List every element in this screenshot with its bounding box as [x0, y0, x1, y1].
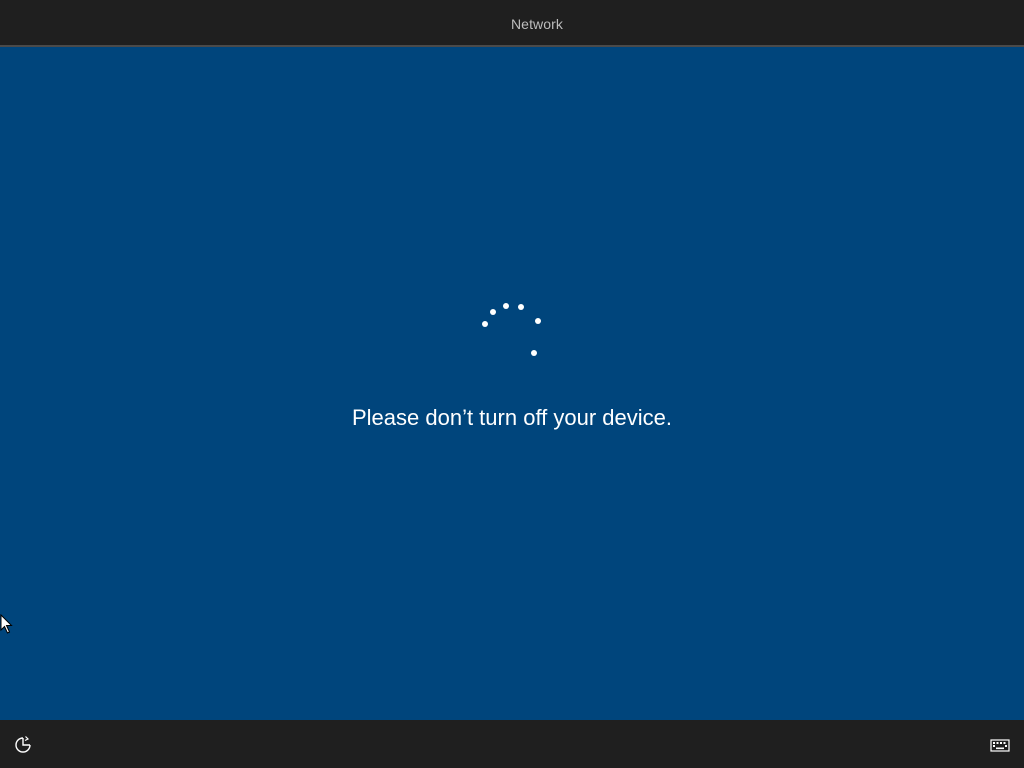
- spinner-dot: [490, 309, 496, 315]
- mouse-pointer-icon: [0, 613, 14, 634]
- bottom-bar: [0, 720, 1024, 768]
- top-bar: Network: [0, 0, 1024, 47]
- keyboard-icon: [990, 739, 1010, 752]
- spinner-dot: [531, 350, 537, 356]
- spinner-dot: [535, 318, 541, 324]
- oobe-main-area: Please don’t turn off your device.: [0, 47, 1024, 720]
- spinner-dot: [482, 321, 488, 327]
- keyboard-button[interactable]: [988, 735, 1012, 755]
- tab-network-label: Network: [510, 16, 564, 32]
- tab-network[interactable]: Network: [440, 0, 634, 47]
- ease-of-access-icon: [15, 736, 31, 753]
- ease-of-access-button[interactable]: [12, 734, 34, 756]
- spinner-dot: [518, 304, 524, 310]
- spinner-dot: [503, 303, 509, 309]
- loading-spinner-icon: [476, 303, 548, 363]
- status-message: Please don’t turn off your device.: [351, 405, 672, 430]
